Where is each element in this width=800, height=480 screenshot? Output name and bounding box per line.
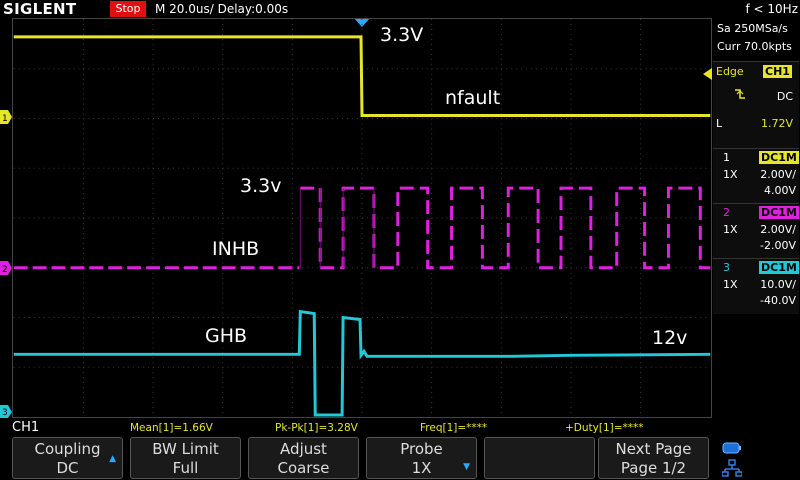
trigger-level: 1.72V bbox=[760, 117, 793, 130]
ch3-number: 3 bbox=[723, 261, 730, 274]
status-icons bbox=[716, 437, 800, 480]
svg-text:1: 1 bbox=[2, 114, 8, 124]
ch3-trace bbox=[13, 309, 711, 417]
trigger-level-label: L bbox=[716, 117, 723, 130]
measure-freq: Freq[1]=**** bbox=[420, 422, 488, 434]
softkey-next-page-value: Page 1/2 bbox=[620, 459, 687, 477]
right-info-panel: Sa 250MSa/s Curr 70.0kpts Edge CH1 DC L … bbox=[712, 18, 800, 418]
ch1-coupling: DC1M bbox=[759, 151, 799, 164]
ch1-offset: 4.00V bbox=[763, 184, 796, 197]
ch2-panel[interactable]: 2 DC1M 1X 2.00V/ -2.00V bbox=[713, 203, 799, 259]
ch2-probe: 1X bbox=[723, 223, 738, 236]
ch2-coupling: DC1M bbox=[759, 206, 799, 219]
arrow-up-icon: ▲ bbox=[109, 454, 116, 464]
timebase-readout: M 20.0us/ Delay:0.00s bbox=[155, 2, 289, 16]
ch1-scale: 2.00V/ bbox=[760, 168, 796, 181]
brand-logo: SIGLENT bbox=[3, 0, 77, 18]
softkey-coupling-value: DC bbox=[56, 459, 79, 477]
measure-channel: CH1 bbox=[12, 420, 40, 435]
ch1-marker[interactable]: 1 bbox=[0, 110, 12, 124]
ch3-coupling: DC1M bbox=[759, 261, 799, 274]
svg-text:2: 2 bbox=[2, 265, 8, 275]
ch2-high-label: 3.3v bbox=[240, 175, 282, 197]
network-icon bbox=[722, 459, 742, 477]
softkey-next-page-label: Next Page bbox=[615, 440, 692, 458]
trigger-source: CH1 bbox=[763, 65, 792, 78]
ch2-offset: -2.00V bbox=[760, 239, 796, 252]
ch1-panel[interactable]: 1 DC1M 1X 2.00V/ 4.00V bbox=[713, 148, 799, 204]
ch1-name-label: nfault bbox=[445, 87, 501, 109]
ch2-marker[interactable]: 2 bbox=[0, 261, 12, 275]
softkey-bw-limit[interactable]: BW Limit Full bbox=[130, 437, 241, 479]
ch3-scale: 10.0V/ bbox=[760, 278, 796, 291]
memory-depth: Curr 70.0kpts bbox=[717, 40, 792, 53]
trigger-panel[interactable]: Edge CH1 DC L 1.72V bbox=[713, 61, 799, 148]
arrow-down-icon: ▼ bbox=[463, 462, 470, 472]
ch2-scale: 2.00V/ bbox=[760, 223, 796, 236]
ch1-high-label: 3.3V bbox=[380, 24, 424, 46]
ch1-trace bbox=[13, 35, 711, 118]
softkey-next-page[interactable]: Next Page Page 1/2 bbox=[598, 437, 709, 479]
measure-duty: +Duty[1]=**** bbox=[565, 422, 644, 434]
softkey-bw-limit-value: Full bbox=[172, 459, 199, 477]
softkey-empty[interactable] bbox=[484, 437, 595, 479]
ch3-probe: 1X bbox=[723, 278, 738, 291]
softkey-probe[interactable]: Probe 1X ▼ bbox=[366, 437, 477, 479]
ch2-number: 2 bbox=[723, 206, 730, 219]
softkey-bw-limit-label: BW Limit bbox=[152, 440, 219, 458]
usb-storage-icon bbox=[722, 442, 741, 454]
waveform-grid[interactable] bbox=[12, 18, 712, 418]
softkey-probe-label: Probe bbox=[400, 440, 443, 458]
trigger-type: Edge bbox=[716, 65, 744, 78]
measurement-bar: CH1 Mean[1]=1.66V Pk-Pk[1]=3.28V Freq[1]… bbox=[0, 418, 800, 436]
ch2-name-label: INHB bbox=[212, 238, 260, 260]
measure-pkpk: Pk-Pk[1]=3.28V bbox=[275, 422, 358, 434]
softkey-adjust[interactable]: Adjust Coarse bbox=[248, 437, 359, 479]
svg-text:3: 3 bbox=[2, 408, 8, 418]
ch3-panel[interactable]: 3 DC1M 1X 10.0V/ -40.0V bbox=[713, 258, 799, 314]
softkey-probe-value: 1X bbox=[411, 459, 432, 477]
softkey-adjust-value: Coarse bbox=[277, 459, 330, 477]
trigger-coupling: DC bbox=[776, 90, 793, 103]
softkey-coupling[interactable]: Coupling DC ▲ bbox=[12, 437, 123, 479]
softkey-coupling-label: Coupling bbox=[34, 440, 101, 458]
ch3-level-label: 12v bbox=[652, 327, 688, 349]
ch3-offset: -40.0V bbox=[760, 294, 796, 307]
trigger-level-marker[interactable] bbox=[703, 68, 712, 80]
rising-edge-icon bbox=[735, 89, 745, 99]
run-stop-badge[interactable]: Stop bbox=[110, 1, 146, 17]
ch3-marker[interactable]: 3 bbox=[0, 405, 12, 418]
softkey-adjust-label: Adjust bbox=[280, 440, 327, 458]
ch1-probe: 1X bbox=[723, 168, 738, 181]
frequency-counter: f < 10Hz bbox=[745, 2, 799, 16]
sample-rate: Sa 250MSa/s bbox=[717, 22, 788, 35]
ch3-name-label: GHB bbox=[205, 325, 248, 347]
ch1-number: 1 bbox=[723, 151, 730, 164]
measure-mean: Mean[1]=1.66V bbox=[130, 422, 213, 434]
